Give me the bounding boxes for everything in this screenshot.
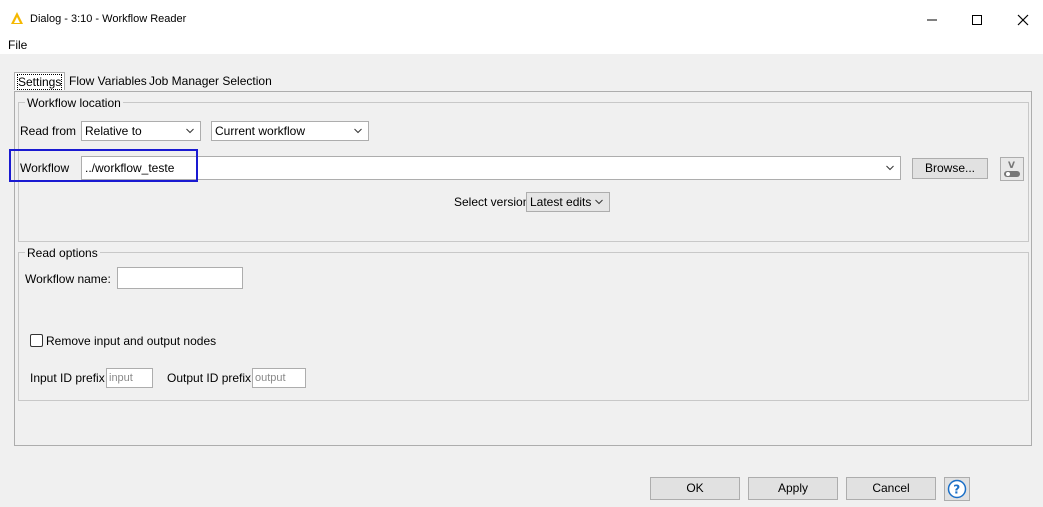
input-prefix-label: Input ID prefix [30, 371, 105, 385]
relative-to-value: Current workflow [215, 124, 306, 138]
tab-flow-variables[interactable]: Flow Variables [69, 72, 147, 90]
workflow-path-combo[interactable]: ../workflow_teste [81, 156, 901, 180]
window-title: Dialog - 3:10 - Workflow Reader [30, 13, 187, 25]
title-bar: Dialog - 3:10 - Workflow Reader [0, 0, 1043, 38]
read-options-legend: Read options [25, 246, 100, 260]
remove-nodes-checkbox[interactable] [30, 334, 43, 347]
minimize-icon [927, 19, 937, 21]
flow-variable-toggle[interactable]: V [1000, 157, 1024, 181]
output-prefix-label: Output ID prefix [167, 371, 252, 385]
input-prefix-field[interactable]: input [106, 368, 153, 388]
menu-bar: File [0, 38, 1043, 54]
workflow-location-legend: Workflow location [25, 96, 123, 110]
relative-to-dropdown[interactable]: Current workflow [211, 121, 369, 141]
chevron-down-icon [354, 128, 362, 134]
knime-app-icon [11, 12, 23, 24]
tab-settings[interactable]: Settings [14, 72, 66, 90]
close-icon [1017, 14, 1029, 26]
output-prefix-field[interactable]: output [252, 368, 306, 388]
select-version-label: Select version [454, 195, 530, 209]
minimize-button[interactable] [909, 6, 955, 34]
close-button[interactable] [1000, 6, 1043, 34]
workflow-name-input[interactable] [117, 267, 243, 289]
flow-variable-icon: V [1004, 161, 1020, 177]
read-from-value: Relative to [85, 124, 142, 138]
select-version-dropdown[interactable]: Latest edits [526, 192, 610, 212]
read-from-label: Read from [20, 124, 77, 138]
menu-file[interactable]: File [8, 38, 27, 52]
help-button[interactable]: ? [944, 477, 970, 501]
chevron-down-icon [186, 128, 194, 134]
chevron-down-icon [886, 165, 894, 171]
chevron-down-icon [595, 199, 603, 205]
svg-text:?: ? [953, 483, 960, 497]
workflow-highlight-box [9, 149, 198, 182]
read-from-dropdown[interactable]: Relative to [81, 121, 201, 141]
workflow-name-label: Workflow name: [25, 272, 111, 286]
help-icon: ? [947, 479, 967, 499]
cancel-button[interactable]: Cancel [846, 477, 936, 500]
remove-nodes-label: Remove input and output nodes [46, 334, 217, 348]
ok-button[interactable]: OK [650, 477, 740, 500]
maximize-button[interactable] [954, 6, 1000, 34]
browse-button[interactable]: Browse... [912, 158, 988, 179]
tab-job-manager-selection[interactable]: Job Manager Selection [149, 72, 272, 90]
tab-settings-label: Settings [16, 74, 63, 90]
select-version-value: Latest edits [530, 195, 592, 209]
svg-text:V: V [1008, 161, 1015, 171]
apply-button[interactable]: Apply [748, 477, 838, 500]
maximize-icon [972, 15, 982, 25]
